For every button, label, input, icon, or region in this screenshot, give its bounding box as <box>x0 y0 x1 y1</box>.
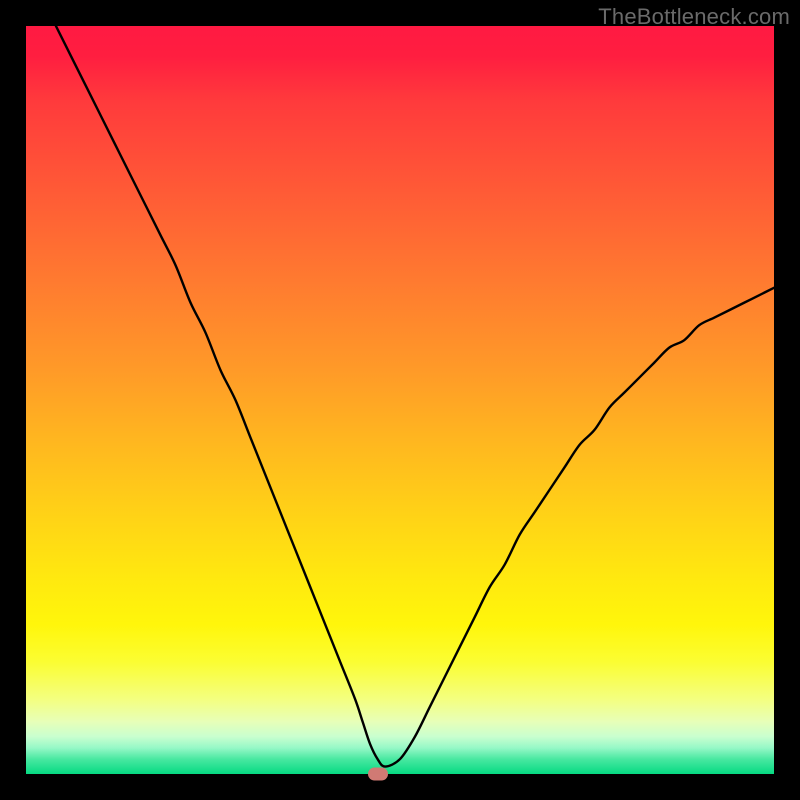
optimum-marker <box>368 768 388 781</box>
bottleneck-curve <box>26 26 774 774</box>
plot-area <box>26 26 774 774</box>
chart-frame: TheBottleneck.com <box>0 0 800 800</box>
